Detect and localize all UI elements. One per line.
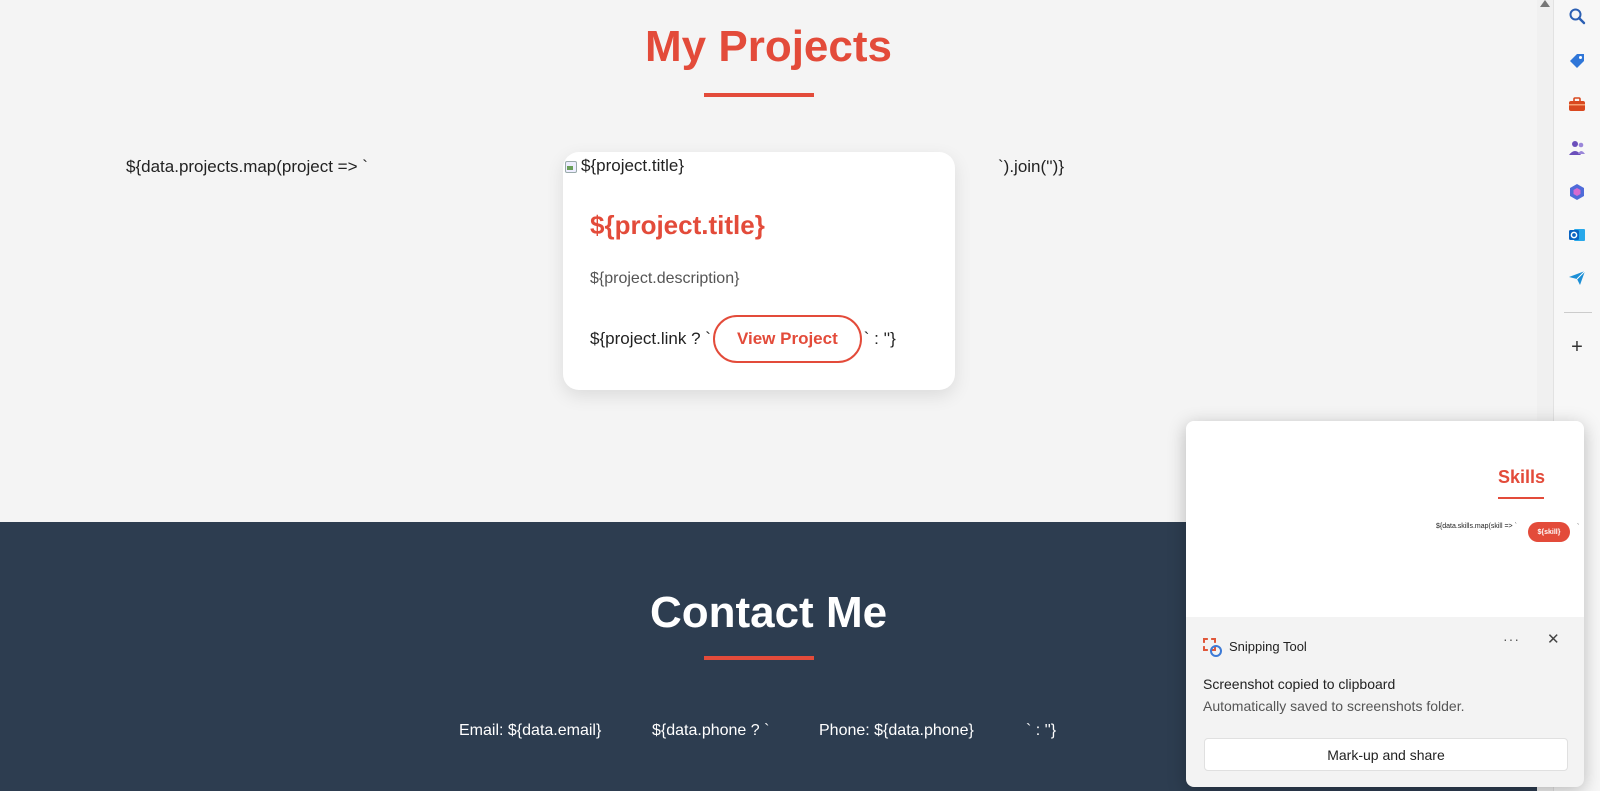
- preview-template-tail: `: [1577, 524, 1580, 531]
- preview-skill-badge: ${skill}: [1528, 522, 1570, 542]
- preview-title-underline: [1498, 497, 1544, 499]
- snipping-tool-notification: Skills ${data.skills.map(skill => ` ${sk…: [1186, 421, 1584, 787]
- markup-and-share-button[interactable]: Mark-up and share: [1204, 738, 1568, 771]
- add-icon[interactable]: +: [1566, 336, 1588, 358]
- search-icon[interactable]: [1566, 5, 1588, 27]
- toast-app-name: Snipping Tool: [1229, 638, 1307, 654]
- more-options-icon[interactable]: ···: [1503, 631, 1520, 647]
- close-icon[interactable]: ✕: [1547, 630, 1560, 648]
- outlook-icon[interactable]: [1566, 224, 1588, 246]
- projects-template-close-text: `).join('')}: [998, 157, 1064, 176]
- projects-heading-underline: [704, 93, 814, 97]
- project-link-prefix: ${project.link ? `: [590, 329, 711, 348]
- toast-message: Screenshot copied to clipboard: [1203, 676, 1396, 692]
- scroll-up-arrow-icon[interactable]: [1540, 0, 1550, 7]
- people-icon[interactable]: [1566, 137, 1588, 159]
- view-project-button[interactable]: View Project: [712, 315, 862, 363]
- toast-header: Snipping Tool: [1202, 637, 1307, 657]
- contact-phone: Phone: ${data.phone}: [819, 722, 974, 739]
- send-icon[interactable]: [1566, 267, 1588, 289]
- contact-phone-template-open: ${data.phone ? `: [652, 722, 770, 739]
- contact-email: Email: ${data.email}: [459, 722, 602, 739]
- toolbox-icon[interactable]: [1566, 93, 1588, 115]
- projects-heading: My Projects: [645, 22, 892, 71]
- screenshot-preview[interactable]: Skills ${data.skills.map(skill => ` ${sk…: [1186, 421, 1584, 617]
- sidebar-divider: [1564, 312, 1592, 313]
- projects-template-open-text: ${data.projects.map(project => `: [126, 157, 368, 176]
- project-card-description: ${project.description}: [590, 270, 740, 287]
- preview-template-text: ${data.skills.map(skill => `: [1436, 523, 1517, 530]
- tag-icon[interactable]: [1566, 50, 1588, 72]
- contact-phone-template-close: ` : ''}: [1026, 722, 1057, 739]
- preview-skills-title: Skills: [1498, 467, 1546, 487]
- contact-heading-underline: [704, 656, 814, 660]
- project-image: ${project.title}: [563, 156, 684, 176]
- broken-image-icon: [563, 158, 579, 174]
- project-link-row: ${project.link ? ` View Project ` : ''}: [590, 315, 896, 363]
- project-link-suffix: ` : ''}: [863, 329, 896, 348]
- project-card: ${project.title} ${project.title} ${proj…: [563, 152, 955, 390]
- copilot-icon[interactable]: [1566, 181, 1588, 203]
- project-card-title: ${project.title}: [590, 210, 765, 240]
- snipping-tool-icon: [1202, 637, 1222, 657]
- project-image-alt-text: ${project.title}: [581, 156, 685, 175]
- toast-sub-message: Automatically saved to screenshots folde…: [1203, 698, 1465, 714]
